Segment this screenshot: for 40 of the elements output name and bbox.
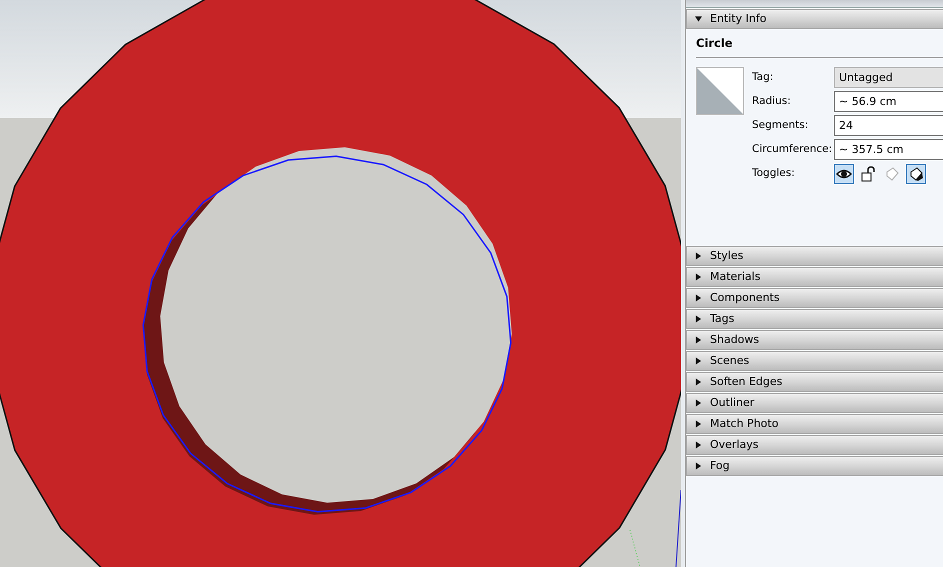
expand-arrow-icon [695, 441, 702, 449]
field-label: Circumference: [752, 142, 834, 157]
panel-header[interactable]: Components [686, 288, 943, 308]
toggle-button[interactable] [906, 164, 926, 184]
field-label: Tag: [752, 70, 774, 85]
expand-arrow-icon [695, 420, 702, 428]
expand-arrow-icon [695, 378, 702, 386]
face-thumbnail-icon [696, 67, 744, 116]
expand-arrow-icon [695, 462, 702, 470]
entity-type-label: Circle [696, 35, 943, 58]
panel-header[interactable]: Outliner [686, 393, 943, 413]
expand-arrow-icon [695, 357, 702, 365]
tag-dropdown[interactable]: Untagged [834, 67, 943, 88]
cube-icon [884, 166, 900, 182]
expand-arrow-icon [695, 294, 702, 302]
panel-header[interactable]: Entity Info [686, 9, 943, 29]
panel-header[interactable]: Shadows [686, 330, 943, 350]
field-label: Toggles: [752, 166, 796, 181]
field-label: Segments: [752, 118, 810, 133]
panel-header[interactable]: Overlays [686, 435, 943, 455]
panel-header[interactable]: Scenes [686, 351, 943, 371]
field-label: Radius: [752, 94, 792, 109]
panel-header[interactable]: Tags [686, 309, 943, 329]
input-field[interactable]: ~ 56.9 cm [834, 91, 943, 112]
collapse-arrow-icon [695, 15, 702, 23]
expand-arrow-icon [695, 273, 702, 281]
expand-arrow-icon [695, 252, 702, 260]
toggle-button[interactable] [834, 164, 854, 184]
panel-header[interactable]: Materials [686, 267, 943, 287]
cube-shadow-icon [908, 166, 924, 182]
expand-arrow-icon [695, 399, 702, 407]
panel-header[interactable]: Fog [686, 456, 943, 476]
panel-header[interactable]: Match Photo [686, 414, 943, 434]
expand-arrow-icon [695, 315, 702, 323]
padlock-icon [860, 166, 876, 182]
panel-header[interactable]: Soften Edges [686, 372, 943, 392]
input-field[interactable]: 24 [834, 115, 943, 136]
panel-header[interactable]: Styles [686, 246, 943, 266]
input-field[interactable]: ~ 357.5 cm [834, 139, 943, 160]
expand-arrow-icon [695, 336, 702, 344]
